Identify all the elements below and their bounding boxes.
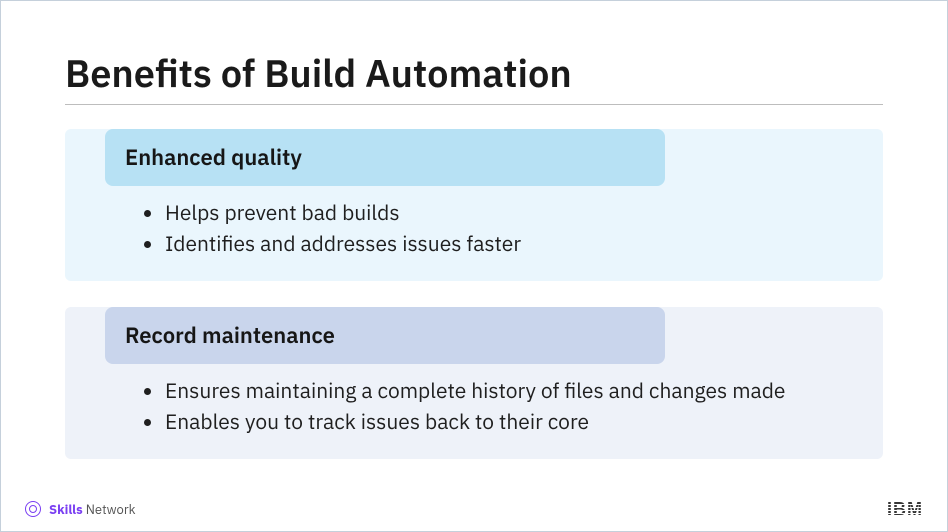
section-heading: Enhanced quality [105, 129, 665, 186]
brand-skills-network: Skills Network [25, 501, 135, 518]
section-enhanced-quality: Enhanced quality Helps prevent bad build… [65, 129, 883, 281]
bullet-list: Ensures maintaining a complete history o… [165, 376, 823, 437]
list-item: Helps prevent bad builds [165, 198, 823, 227]
slide-title: Benefits of Build Automation [65, 49, 883, 105]
section-heading: Record maintenance [105, 307, 665, 364]
slide-content: Benefits of Build Automation Enhanced qu… [1, 1, 947, 459]
slide-footer: Skills Network IBM [1, 495, 947, 523]
ibm-logo: IBM [887, 499, 923, 520]
skills-network-icon [25, 501, 41, 517]
list-item: Enables you to track issues back to thei… [165, 407, 823, 436]
bullet-list: Helps prevent bad builds Identifies and … [165, 198, 823, 259]
list-item: Ensures maintaining a complete history o… [165, 376, 823, 405]
section-record-maintenance: Record maintenance Ensures maintaining a… [65, 307, 883, 459]
brand-text: Skills Network [49, 501, 135, 518]
list-item: Identifies and addresses issues faster [165, 229, 823, 258]
